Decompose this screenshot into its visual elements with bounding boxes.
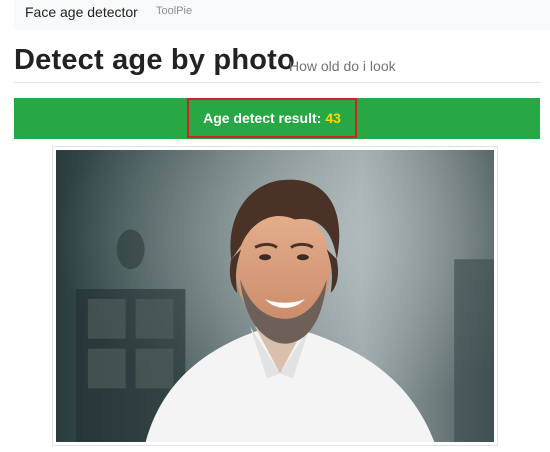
page-header: Detect age by photo How old do i look bbox=[14, 44, 540, 83]
nav-link-toolpie[interactable]: ToolPie bbox=[156, 5, 192, 17]
result-age-value: 43 bbox=[325, 110, 341, 126]
page-subtitle: How old do i look bbox=[289, 58, 396, 74]
result-highlight-box: Age detect result: 43 bbox=[187, 98, 357, 138]
navbar-brand[interactable]: Face age detector bbox=[25, 4, 138, 20]
result-banner: Age detect result: 43 bbox=[14, 98, 540, 139]
portrait-photo bbox=[56, 150, 494, 442]
page-title: Detect age by photo bbox=[14, 44, 295, 76]
navbar: Face age detector ToolPie bbox=[14, 0, 550, 30]
result-label: Age detect result: bbox=[203, 110, 322, 126]
photo-frame bbox=[52, 146, 498, 446]
